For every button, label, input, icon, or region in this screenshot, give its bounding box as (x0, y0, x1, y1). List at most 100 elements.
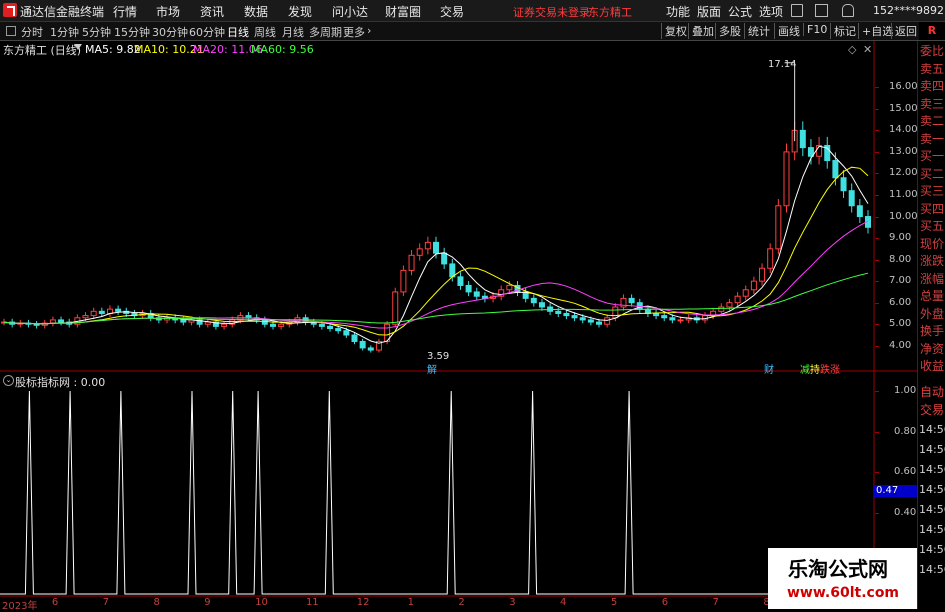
menu-data[interactable]: 数据 (244, 3, 268, 20)
menu-markets[interactable]: 市场 (156, 3, 180, 20)
period-monthly[interactable]: 月线 (282, 24, 304, 40)
event-rise-marker[interactable]: 涨 (830, 361, 840, 376)
period-weekly[interactable]: 周线 (254, 24, 276, 40)
app-name: 通达信金融终端 (20, 5, 105, 19)
trade-login-notice[interactable]: 证券交易未登录 (513, 4, 590, 20)
candle-body (261, 319, 268, 325)
cursor-value-box: 0.47 (874, 485, 918, 497)
period-60min[interactable]: 60分钟 (189, 24, 225, 40)
period-30min[interactable]: 30分钟 (152, 24, 188, 40)
y-tick-mark (875, 259, 879, 261)
menu-layout[interactable]: 版面 (697, 3, 721, 20)
candle-body (278, 323, 285, 327)
watermark-title: 乐淘公式网 (788, 557, 888, 581)
x-tick-label: 2023年 (2, 601, 38, 612)
chart-area[interactable] (0, 41, 917, 609)
indicator-y-tick-label: 0.80 (894, 425, 917, 437)
menu-functions[interactable]: 功能 (666, 3, 690, 20)
high-price-pointer (784, 62, 796, 142)
period-5min[interactable]: 5分钟 (82, 24, 111, 40)
period-15min[interactable]: 15分钟 (114, 24, 150, 40)
menu-market[interactable]: 行情 (113, 3, 137, 20)
candle-body (775, 205, 782, 250)
y-tick-mark (875, 130, 879, 132)
event-finance-marker[interactable]: 财 (764, 361, 774, 376)
event-hold-marker[interactable]: 持 (810, 361, 820, 376)
more-chevron-icon[interactable]: › (367, 24, 371, 37)
tool-statistics[interactable]: 统计 (744, 23, 773, 39)
candle-body (408, 254, 415, 271)
user-icon[interactable] (842, 4, 854, 17)
menu-assistant[interactable]: 问小达 (332, 3, 368, 20)
period-daily[interactable]: 日线 (227, 24, 249, 40)
period-1min[interactable]: 1分钟 (50, 24, 79, 40)
candle-body (82, 315, 89, 319)
tool-overlay[interactable]: 叠加 (688, 23, 717, 39)
period-timeshare[interactable]: 分时 (21, 24, 43, 40)
app-logo-icon (3, 3, 17, 17)
candle-body (318, 323, 325, 327)
quote-field-label: 总量 (920, 289, 945, 303)
indicator-plot (0, 390, 872, 595)
quote-field-label: 卖五 (920, 61, 945, 76)
event-fall-marker[interactable]: 跌 (820, 361, 830, 376)
tool-draw-line[interactable]: 画线 (774, 23, 803, 39)
period-more[interactable]: 更多 (343, 24, 365, 40)
y-tick-mark (875, 302, 879, 304)
menu-trade[interactable]: 交易 (440, 3, 464, 20)
menu-news[interactable]: 资讯 (200, 3, 224, 20)
event-unlock-marker[interactable]: 解 (427, 361, 437, 376)
toolbar-toggle-icon[interactable] (6, 26, 16, 36)
candle-body (726, 302, 733, 308)
tool-back[interactable]: 返回 (891, 23, 920, 39)
indicator-y-tick-label: 0.60 (894, 466, 917, 478)
notification-icon[interactable] (791, 4, 803, 17)
trade-time: 14:56 (919, 523, 945, 536)
watermark-url: www.60lt.com (787, 585, 900, 601)
quote-field-label: 卖三 (920, 96, 945, 111)
candle-body (579, 317, 586, 321)
y-tick-label: 14.00 (889, 124, 918, 136)
quote-field-label: 买四 (920, 201, 945, 216)
tool-mark[interactable]: 标记 (830, 23, 859, 39)
tool-multi-stock[interactable]: 多股 (715, 23, 744, 39)
candle-body (335, 328, 342, 332)
candle-body (856, 205, 863, 218)
tool-adjust[interactable]: 复权 (661, 23, 690, 39)
trade-button[interactable]: 交易 (920, 402, 944, 418)
menu-formula[interactable]: 公式 (728, 3, 752, 20)
trade-time: 14:56 (919, 503, 945, 516)
y-tick-mark (875, 173, 879, 175)
quote-field-label: 买三 (920, 184, 945, 198)
candle-body (612, 306, 619, 319)
event-reduce-marker[interactable]: 减 (800, 361, 810, 376)
menu-options[interactable]: 选项 (759, 3, 783, 20)
r-badge[interactable]: R (919, 22, 945, 40)
quote-field-label: 涨幅 (920, 271, 945, 286)
candle-body (767, 248, 774, 269)
menu-wealth-circle[interactable]: 财富圈 (385, 3, 421, 20)
period-multi[interactable]: 多周期 (309, 24, 342, 40)
candle-body (343, 330, 350, 336)
grid-icon[interactable] (815, 4, 828, 17)
candle-body (449, 263, 456, 278)
candle-body (506, 284, 513, 291)
y-tick-mark (875, 195, 879, 196)
candle-body (58, 319, 65, 323)
indicator-y-tick-label: 1.00 (894, 385, 917, 396)
trade-time: 14:56 (919, 423, 945, 436)
candle-body (204, 321, 211, 325)
candle-body (604, 317, 611, 325)
account-number[interactable]: 152****9892 (873, 4, 944, 17)
y-tick-mark (875, 108, 879, 110)
indicator-y-tick-mark (875, 431, 879, 433)
candle-body (783, 151, 790, 207)
y-tick-label: 9.00 (889, 232, 912, 244)
candle-body (180, 319, 187, 323)
y-tick-label: 4.00 (889, 339, 912, 351)
candle-body (359, 340, 366, 349)
indicator-collapse-icon[interactable]: ⌄ (3, 375, 14, 386)
menu-discover[interactable]: 发现 (288, 3, 312, 20)
auto-button[interactable]: 自动 (920, 384, 944, 400)
tool-f10[interactable]: F10 (803, 23, 830, 36)
